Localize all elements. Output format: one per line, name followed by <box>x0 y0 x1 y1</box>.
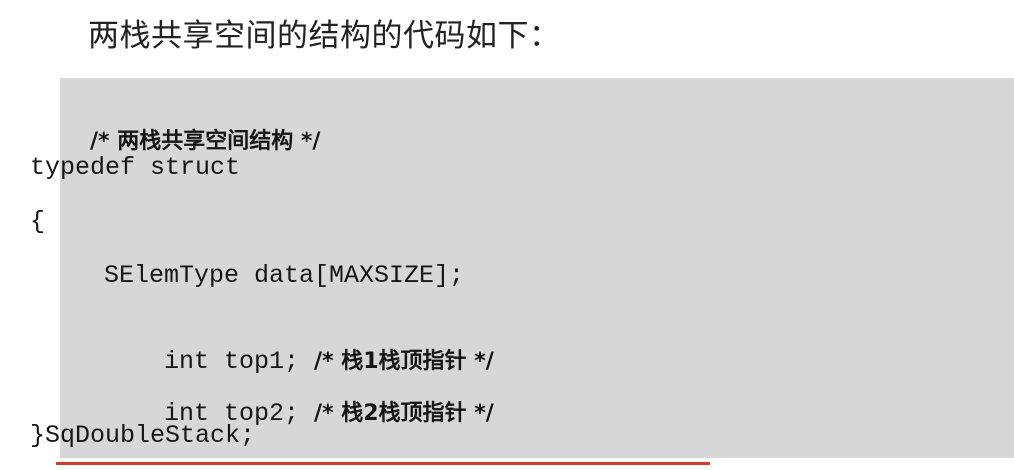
red-underline <box>56 462 710 465</box>
intro-paragraph: 两栈共享空间的结构的代码如下： <box>88 18 561 54</box>
code-typedef-line: typedef struct <box>30 153 241 182</box>
code-close-line: }SqDoubleStack; <box>30 421 256 450</box>
code-data-field: SElemType data[MAXSIZE]; <box>104 261 465 290</box>
document-page: 两栈共享空间的结构的代码如下： /* 两栈共享空间结构 */ typedef s… <box>0 0 1014 470</box>
top2-comment: /* 栈2栈顶指针 */ <box>314 401 494 426</box>
code-open-brace: { <box>30 207 46 236</box>
